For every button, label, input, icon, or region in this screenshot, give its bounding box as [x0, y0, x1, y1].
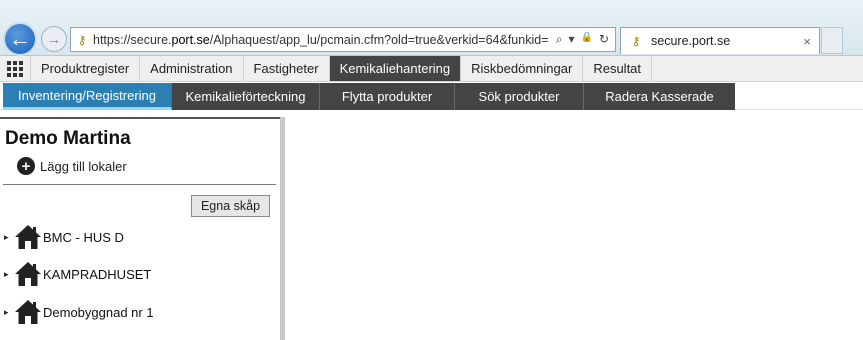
tab-key-icon: ⚷: [631, 34, 641, 48]
expand-caret-icon[interactable]: ▸: [4, 232, 14, 243]
browser-tab[interactable]: ⚷ secure.port.se ×: [620, 27, 820, 54]
browser-toolbar: ← → ⚷ https://secure.port.se/Alphaquest/…: [0, 0, 863, 56]
menu-item-produktregister[interactable]: Produktregister: [30, 56, 139, 81]
expand-caret-icon[interactable]: ▸: [4, 307, 14, 318]
url-rest: /Alphaquest/app_lu/pcmain.cfm?old=true&v…: [209, 32, 549, 47]
house-icon: [15, 262, 41, 286]
url-text[interactable]: https://secure.port.se/Alphaquest/app_lu…: [93, 33, 550, 47]
building-label: BMC - HUS D: [43, 229, 124, 245]
building-label: Demobyggnad nr 1: [43, 304, 154, 320]
lock-icon[interactable]: 🔒: [580, 32, 592, 47]
back-button[interactable]: ←: [3, 22, 37, 56]
url-prefix: https://secure.: [93, 32, 172, 47]
house-icon: [15, 225, 41, 249]
company-title: Demo Martina: [5, 128, 131, 149]
plus-circle-icon: +: [17, 157, 35, 175]
apps-grid-icon[interactable]: [0, 56, 30, 81]
own-cabinets-button[interactable]: Egna skåp: [191, 195, 270, 217]
menu-item-kemikaliehantering[interactable]: Kemikaliehantering: [328, 56, 461, 81]
tab-flytta-produkter[interactable]: Flytta produkter: [320, 83, 455, 110]
tree-item-building[interactable]: ▸ BMC - HUS D: [4, 224, 124, 250]
tab-sok-produkter[interactable]: Sök produkter: [455, 83, 584, 110]
menu-item-riskbedomningar[interactable]: Riskbedömningar: [460, 56, 582, 81]
refresh-icon[interactable]: ↻: [599, 32, 609, 47]
menu-item-resultat[interactable]: Resultat: [582, 56, 653, 81]
search-icon[interactable]: ⌕: [556, 32, 563, 47]
building-label: KAMPRADHUSET: [43, 266, 152, 282]
tree-item-building[interactable]: ▸ Demobyggnad nr 1: [4, 299, 154, 325]
tab-title: secure.port.se: [651, 34, 731, 48]
expand-caret-icon[interactable]: ▸: [4, 269, 14, 280]
add-room-label: Lägg till lokaler: [40, 158, 127, 174]
tab-inventering-registrering[interactable]: Inventering/Registrering: [3, 83, 172, 110]
tab-kemikalieforteckning[interactable]: Kemikalieförteckning: [172, 83, 320, 110]
add-room-link[interactable]: + Lägg till lokaler: [17, 157, 127, 175]
address-bar[interactable]: ⚷ https://secure.port.se/Alphaquest/app_…: [70, 27, 616, 52]
forward-button[interactable]: →: [41, 26, 67, 52]
sub-menu: Inventering/Registrering Kemikalieförtec…: [0, 82, 863, 110]
close-tab-icon[interactable]: ×: [803, 34, 811, 49]
tree-item-building[interactable]: ▸ KAMPRADHUSET: [4, 261, 151, 287]
url-domain: port.se: [171, 32, 210, 47]
main-menu: Produktregister Administration Fastighet…: [0, 56, 863, 82]
tab-radera-kasserade[interactable]: Radera Kasserade: [584, 83, 735, 110]
key-icon: ⚷: [77, 32, 87, 47]
house-icon: [15, 300, 41, 324]
panel-splitter[interactable]: [280, 117, 285, 340]
dropdown-icon[interactable]: ▾: [568, 32, 574, 47]
back-arrow-icon: ←: [9, 26, 31, 51]
new-tab-button[interactable]: [821, 27, 843, 54]
forward-arrow-icon: →: [46, 30, 62, 48]
menu-item-fastigheter[interactable]: Fastigheter: [242, 56, 329, 81]
menu-item-administration[interactable]: Administration: [139, 56, 242, 81]
divider: [3, 184, 276, 185]
